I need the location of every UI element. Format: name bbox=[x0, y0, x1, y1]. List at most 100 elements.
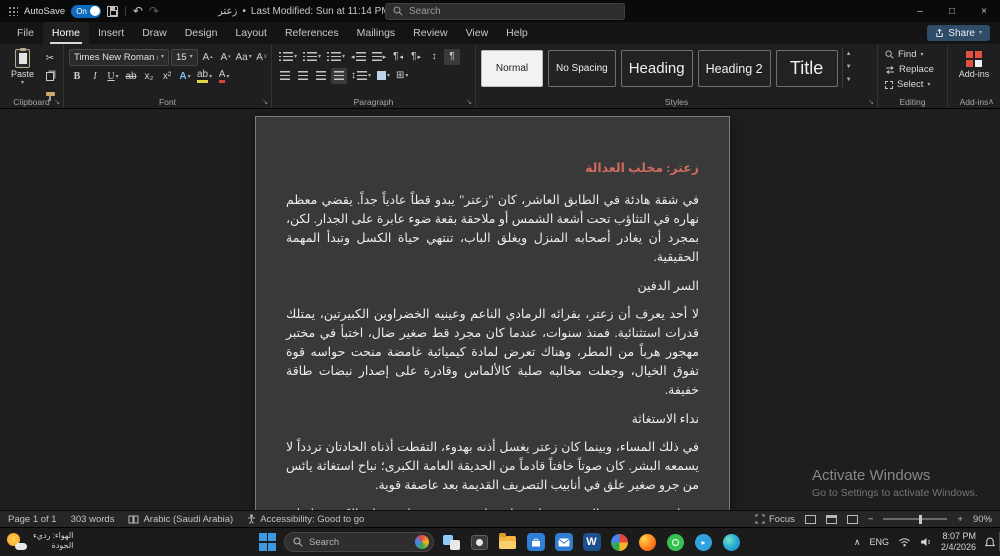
find-button[interactable]: Find ▾ bbox=[883, 47, 942, 62]
text-effects-button[interactable]: A ▾ bbox=[177, 69, 193, 85]
style-title[interactable]: Title bbox=[775, 50, 838, 87]
page-number-status[interactable]: Page 1 of 1 bbox=[8, 514, 57, 525]
minimize-button[interactable]: – bbox=[904, 0, 936, 22]
style-normal[interactable]: Normal bbox=[481, 50, 543, 87]
zoom-out-button[interactable]: − bbox=[868, 514, 874, 525]
collapse-ribbon-chevron-icon[interactable]: ∧ bbox=[988, 97, 994, 106]
photos-button[interactable] bbox=[609, 532, 630, 553]
bold-button[interactable]: B bbox=[69, 69, 85, 85]
ltr-text-direction-button[interactable]: ¶ ▸ bbox=[408, 49, 424, 65]
shading-button[interactable]: ▾ bbox=[375, 68, 392, 84]
shrink-font-button[interactable]: A ▾ bbox=[218, 49, 234, 65]
whatsapp-button[interactable] bbox=[665, 532, 686, 553]
clipboard-dialog-launcher[interactable]: ↘ bbox=[54, 99, 60, 106]
show-formatting-marks-button[interactable]: ¶ bbox=[444, 48, 461, 65]
borders-button[interactable]: ⊞ ▾ bbox=[394, 68, 410, 84]
language-status[interactable]: Arabic (Saudi Arabia) bbox=[128, 514, 233, 525]
wifi-icon[interactable] bbox=[898, 537, 911, 547]
rtl-text-direction-button[interactable]: ¶ ◂ bbox=[390, 49, 406, 65]
zoom-slider-thumb[interactable] bbox=[918, 514, 922, 524]
styles-gallery-up-button[interactable]: ▲ bbox=[843, 48, 855, 61]
font-family-combo[interactable]: Times New Roman (Body) ▾ bbox=[69, 48, 169, 66]
task-view-button[interactable] bbox=[441, 532, 462, 553]
telegram-button[interactable]: ▸ bbox=[693, 532, 714, 553]
zoom-level[interactable]: 90% bbox=[973, 514, 992, 525]
align-right-button[interactable] bbox=[277, 68, 293, 84]
hidden-icons-chevron-icon[interactable]: ∧ bbox=[854, 537, 861, 548]
paste-button[interactable]: Paste ▾ bbox=[5, 47, 40, 102]
redo-icon[interactable]: ↷ bbox=[149, 5, 159, 17]
styles-gallery-down-button[interactable]: ▼ bbox=[843, 61, 855, 74]
sort-button[interactable]: ↕ bbox=[426, 49, 442, 65]
weather-widget[interactable]: الهواء: رديء الجودة bbox=[6, 531, 73, 552]
justify-button[interactable] bbox=[331, 67, 347, 84]
zoom-in-button[interactable]: + bbox=[957, 514, 963, 525]
app-launcher-icon[interactable] bbox=[8, 6, 18, 16]
close-button[interactable]: × bbox=[968, 0, 1000, 22]
store-button[interactable] bbox=[525, 532, 546, 553]
tab-draw[interactable]: Draw bbox=[133, 22, 176, 44]
replace-button[interactable]: Replace bbox=[883, 62, 942, 77]
decrease-indent-button[interactable]: ◂ bbox=[349, 49, 368, 65]
web-layout-button[interactable] bbox=[846, 514, 858, 524]
zoom-slider[interactable] bbox=[883, 514, 948, 524]
font-size-combo[interactable]: 15 ▾ bbox=[171, 48, 198, 66]
tab-home[interactable]: Home bbox=[42, 22, 89, 44]
font-dialog-launcher[interactable]: ↘ bbox=[262, 99, 268, 106]
highlight-button[interactable]: ab ▾ bbox=[195, 69, 214, 85]
cut-button[interactable]: ✂ bbox=[42, 50, 58, 66]
style-heading2[interactable]: Heading 2 bbox=[697, 50, 771, 87]
edge-button[interactable] bbox=[721, 532, 742, 553]
print-layout-button[interactable] bbox=[825, 514, 837, 524]
change-case-button[interactable]: Aa ▾ bbox=[235, 49, 251, 65]
bullets-button[interactable]: ▾ bbox=[277, 49, 299, 65]
firefox-button[interactable] bbox=[637, 532, 658, 553]
italic-button[interactable]: I bbox=[87, 69, 103, 85]
word-count-status[interactable]: 303 words bbox=[71, 514, 115, 525]
numbering-button[interactable]: ▾ bbox=[301, 49, 323, 65]
autosave-toggle[interactable]: On bbox=[71, 4, 102, 18]
styles-gallery-more-button[interactable]: ▼ bbox=[843, 74, 855, 87]
style-no-spacing[interactable]: No Spacing bbox=[548, 50, 616, 87]
maximize-button[interactable]: □ bbox=[936, 0, 968, 22]
file-explorer-button[interactable] bbox=[497, 532, 518, 553]
search-input[interactable]: Search bbox=[385, 2, 625, 20]
styles-dialog-launcher[interactable]: ↘ bbox=[868, 99, 874, 106]
tab-view[interactable]: View bbox=[457, 22, 498, 44]
increase-indent-button[interactable]: ▸ bbox=[370, 49, 389, 65]
notification-bell-icon[interactable] bbox=[985, 536, 995, 548]
document-page[interactable]: زعتر: مخلب العدالة في شقة هادئة في الطاب… bbox=[255, 116, 730, 510]
underline-button[interactable]: U ▾ bbox=[105, 69, 121, 85]
clear-formatting-button[interactable]: Ax bbox=[254, 49, 270, 65]
strikethrough-button[interactable]: ab bbox=[123, 69, 139, 85]
addins-button[interactable]: Add-ins bbox=[953, 69, 995, 79]
select-button[interactable]: Select ▾ bbox=[883, 77, 942, 92]
font-color-button[interactable]: A ▾ bbox=[216, 69, 232, 85]
volume-icon[interactable] bbox=[920, 537, 932, 547]
start-button[interactable] bbox=[258, 533, 277, 552]
tab-layout[interactable]: Layout bbox=[226, 22, 276, 44]
align-left-button[interactable] bbox=[313, 68, 329, 84]
copy-button[interactable] bbox=[42, 68, 58, 84]
superscript-button[interactable]: x² bbox=[159, 69, 175, 85]
accessibility-status[interactable]: Accessibility: Good to go bbox=[247, 514, 364, 525]
subscript-button[interactable]: x₂ bbox=[141, 69, 157, 85]
taskbar-search[interactable]: Search bbox=[284, 532, 434, 552]
focus-button[interactable]: Focus bbox=[755, 514, 795, 525]
undo-icon[interactable]: ↶ bbox=[133, 5, 143, 17]
share-button[interactable]: Share ▾ bbox=[927, 25, 990, 41]
addins-icon[interactable] bbox=[966, 51, 982, 67]
camera-app-button[interactable] bbox=[469, 532, 490, 553]
read-mode-button[interactable] bbox=[804, 514, 816, 524]
input-language-indicator[interactable]: ENG bbox=[869, 537, 889, 547]
tab-review[interactable]: Review bbox=[404, 22, 456, 44]
mail-button[interactable] bbox=[553, 532, 574, 553]
align-center-button[interactable] bbox=[295, 68, 311, 84]
paragraph-dialog-launcher[interactable]: ↘ bbox=[466, 99, 472, 106]
line-spacing-button[interactable]: ↕ ▾ bbox=[349, 68, 373, 84]
tab-references[interactable]: References bbox=[276, 22, 348, 44]
tab-help[interactable]: Help bbox=[497, 22, 537, 44]
clock[interactable]: 8:07 PM 2/4/2026 bbox=[941, 531, 976, 553]
word-button[interactable]: W bbox=[581, 532, 602, 553]
multilevel-list-button[interactable]: ▾ bbox=[325, 49, 347, 65]
